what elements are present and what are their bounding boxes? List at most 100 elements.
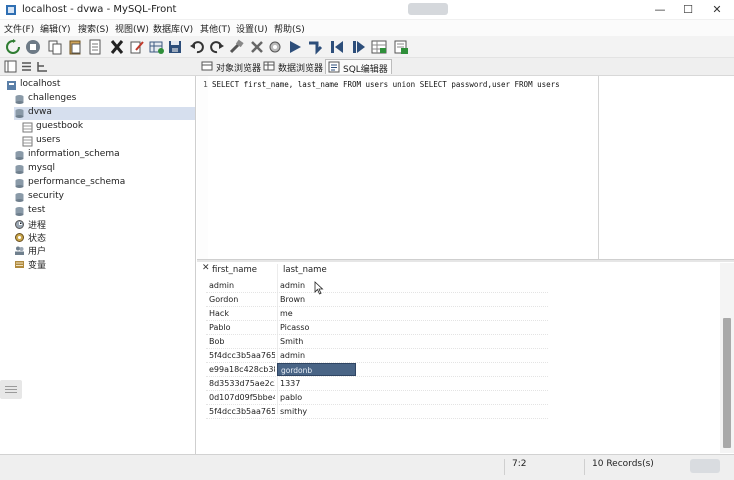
tree-db-security[interactable]: security xyxy=(14,191,191,204)
table-row[interactable]: Pablo Picasso xyxy=(206,321,548,335)
export-icon[interactable] xyxy=(393,39,409,55)
redo-icon[interactable] xyxy=(209,39,225,55)
cell-last-name[interactable]: Picasso xyxy=(280,323,346,332)
tree-view-icon[interactable] xyxy=(36,60,49,73)
tree-status[interactable]: 状态 xyxy=(14,231,191,244)
editor-gutter xyxy=(197,76,208,260)
table-row[interactable]: Bob Smith xyxy=(206,335,548,349)
cell-first-name[interactable]: 5f4dcc3b5aa765d61d8327deb882cf99 xyxy=(209,351,275,360)
tree-db-performance-schema[interactable]: performance_schema xyxy=(14,177,191,190)
cell-last-name[interactable]: me xyxy=(280,309,346,318)
table-row[interactable]: admin admin xyxy=(206,279,548,293)
tree-table-guestbook[interactable]: guestbook xyxy=(22,121,191,134)
run-icon[interactable] xyxy=(287,39,303,55)
menu-file[interactable]: 文件(F) xyxy=(4,22,34,35)
maximize-button[interactable]: ☐ xyxy=(674,1,702,19)
paste-icon[interactable] xyxy=(67,39,83,55)
variables-icon xyxy=(14,259,25,270)
menu-other[interactable]: 其他(T) xyxy=(200,22,231,35)
table-row[interactable]: Gordon Brown xyxy=(206,293,548,307)
menu-settings[interactable]: 设置(U) xyxy=(236,22,268,35)
table-icon xyxy=(22,136,33,147)
table-row[interactable]: 8d3533d75ae2c3966d7e0d4fcc69216b 1337 xyxy=(206,377,548,391)
settings-icon[interactable] xyxy=(267,39,283,55)
first-record-icon[interactable] xyxy=(329,39,345,55)
tree-processes[interactable]: 进程 xyxy=(14,218,191,231)
tools-icon[interactable] xyxy=(249,39,265,55)
tree-db-mysql[interactable]: mysql xyxy=(14,163,191,176)
cell-last-name[interactable]: 1337 xyxy=(280,379,346,388)
list-view-icon[interactable] xyxy=(20,60,33,73)
cell-last-name[interactable]: gordonb xyxy=(281,366,312,375)
menu-edit[interactable]: 编辑(Y) xyxy=(40,22,71,35)
database-icon xyxy=(14,206,25,217)
table-row[interactable]: Hack me xyxy=(206,307,548,321)
minimize-button[interactable]: — xyxy=(646,1,674,19)
sql-editor[interactable]: 1 SELECT first_name, last_name FROM user… xyxy=(197,76,734,260)
results-grid[interactable]: ✕ first_name last_name admin admin Gordo… xyxy=(197,262,734,454)
cell-last-name[interactable]: Smith xyxy=(280,337,346,346)
column-header-first-name[interactable]: first_name xyxy=(212,265,257,279)
scrollbar-thumb[interactable] xyxy=(723,318,731,448)
copy-icon[interactable] xyxy=(47,39,63,55)
cell-last-name[interactable]: smithy xyxy=(280,407,346,416)
stop-icon[interactable] xyxy=(25,39,41,55)
table-edit-icon[interactable] xyxy=(149,39,165,55)
tree-db-test[interactable]: test xyxy=(14,205,191,218)
tree-db-challenges[interactable]: challenges xyxy=(14,93,191,106)
cut-icon[interactable] xyxy=(109,39,125,55)
cell-first-name[interactable]: Gordon xyxy=(209,295,275,304)
cell-last-name[interactable]: admin xyxy=(280,281,346,290)
cell-first-name[interactable]: Hack xyxy=(209,309,275,318)
cell-first-name[interactable]: e99a18c428cb38d5f260853678922e03 xyxy=(209,365,275,374)
editor-right-margin xyxy=(598,76,599,260)
grid-icon[interactable] xyxy=(371,39,387,55)
tab-data-browser[interactable]: 数据浏览器 xyxy=(261,59,326,74)
build-icon[interactable] xyxy=(229,39,245,55)
tree-table-users[interactable]: users xyxy=(22,135,191,148)
tree-users[interactable]: 用户 xyxy=(14,244,191,257)
collapsed-panel-grip[interactable] xyxy=(0,380,22,399)
run-step-icon[interactable] xyxy=(307,39,323,55)
menu-database[interactable]: 数据库(V) xyxy=(153,22,193,35)
cell-last-name[interactable]: pablo xyxy=(280,393,346,402)
edit-icon[interactable] xyxy=(129,39,145,55)
column-header-last-name[interactable]: last_name xyxy=(283,265,327,279)
table-row[interactable]: 5f4dcc3b5aa765d61d8327deb882cf99 smithy xyxy=(206,405,548,419)
save-icon[interactable] xyxy=(167,39,183,55)
tree-label: dvwa xyxy=(28,107,52,117)
cell-last-name[interactable]: admin xyxy=(280,351,346,360)
menu-view[interactable]: 视图(W) xyxy=(115,22,149,35)
table-icon xyxy=(22,122,33,133)
refresh-icon[interactable] xyxy=(5,39,21,55)
cell-first-name[interactable]: 8d3533d75ae2c3966d7e0d4fcc69216b xyxy=(209,379,275,388)
tree-server-localhost[interactable]: localhost xyxy=(6,79,191,92)
panel-toggle-icon[interactable] xyxy=(4,60,17,73)
toolbar xyxy=(0,36,734,58)
document-icon[interactable] xyxy=(87,39,103,55)
tab-object-browser[interactable]: 对象浏览器 xyxy=(199,59,264,74)
last-record-icon[interactable] xyxy=(351,39,367,55)
close-results-icon[interactable]: ✕ xyxy=(202,263,210,273)
cell-first-name[interactable]: Bob xyxy=(209,337,275,346)
sql-query-text[interactable]: SELECT first_name, last_name FROM users … xyxy=(212,80,560,89)
undo-icon[interactable] xyxy=(189,39,205,55)
table-row[interactable]: e99a18c428cb38d5f260853678922e03 gordonb xyxy=(206,363,548,377)
tree-variables[interactable]: 变量 xyxy=(14,258,191,271)
close-button[interactable]: ✕ xyxy=(703,1,731,19)
selected-cell[interactable]: gordonb xyxy=(277,363,356,376)
tree-db-information-schema[interactable]: information_schema xyxy=(14,149,191,162)
table-row[interactable]: 0d107d09f5bbe40cade3de5c71e9e9b7 pablo xyxy=(206,391,548,405)
cell-first-name[interactable]: 0d107d09f5bbe40cade3de5c71e9e9b7 xyxy=(209,393,275,402)
menu-search[interactable]: 搜索(S) xyxy=(78,22,109,35)
cell-last-name[interactable]: Brown xyxy=(280,295,346,304)
table-row[interactable]: 5f4dcc3b5aa765d61d8327deb882cf99 admin xyxy=(206,349,548,363)
menu-help[interactable]: 帮助(S) xyxy=(274,22,305,35)
cell-first-name[interactable]: 5f4dcc3b5aa765d61d8327deb882cf99 xyxy=(209,407,275,416)
cell-first-name[interactable]: Pablo xyxy=(209,323,275,332)
tree-db-dvwa[interactable]: dvwa xyxy=(14,107,195,120)
cell-first-name[interactable]: admin xyxy=(209,281,275,290)
tab-sql-editor[interactable]: SQL编辑器 xyxy=(325,59,392,75)
tree-label: 用户 xyxy=(28,247,47,257)
results-scrollbar[interactable] xyxy=(720,263,734,453)
